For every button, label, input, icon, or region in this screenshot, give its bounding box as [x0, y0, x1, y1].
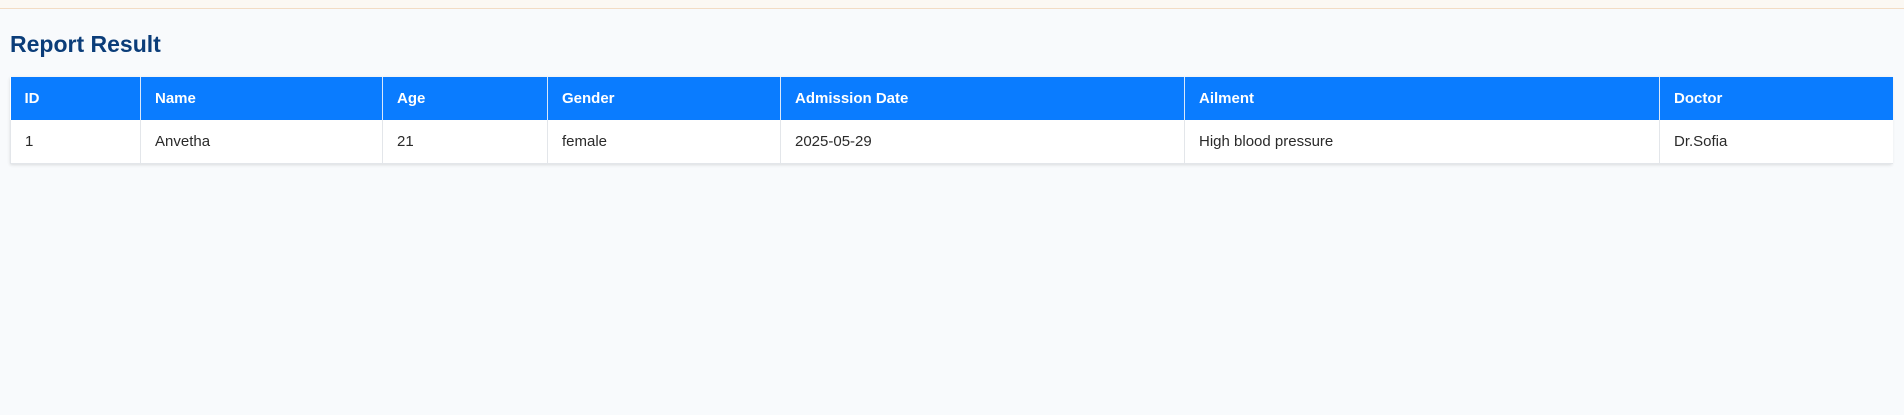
- report-table-container: ID Name Age Gender Admission Date Ailmen…: [10, 77, 1893, 164]
- page-title: Report Result: [10, 31, 161, 57]
- cell-age: 21: [382, 120, 548, 164]
- column-header-age: Age: [382, 77, 548, 120]
- cell-ailment: High blood pressure: [1184, 120, 1660, 164]
- top-strip: [0, 0, 1904, 9]
- column-header-ailment: Ailment: [1184, 77, 1660, 120]
- column-header-id: ID: [10, 77, 141, 120]
- column-header-admission-date: Admission Date: [780, 77, 1185, 120]
- table-row: 1 Anvetha 21 female 2025-05-29 High bloo…: [10, 120, 1893, 164]
- cell-id: 1: [10, 120, 141, 164]
- column-header-name: Name: [140, 77, 383, 120]
- cell-name: Anvetha: [140, 120, 383, 164]
- cell-doctor: Dr.Sofia: [1659, 120, 1893, 164]
- column-header-doctor: Doctor: [1659, 77, 1893, 120]
- report-table: ID Name Age Gender Admission Date Ailmen…: [10, 77, 1893, 164]
- cell-gender: female: [547, 120, 781, 164]
- table-header-row: ID Name Age Gender Admission Date Ailmen…: [10, 77, 1893, 120]
- cell-admission-date: 2025-05-29: [780, 120, 1185, 164]
- column-header-gender: Gender: [547, 77, 781, 120]
